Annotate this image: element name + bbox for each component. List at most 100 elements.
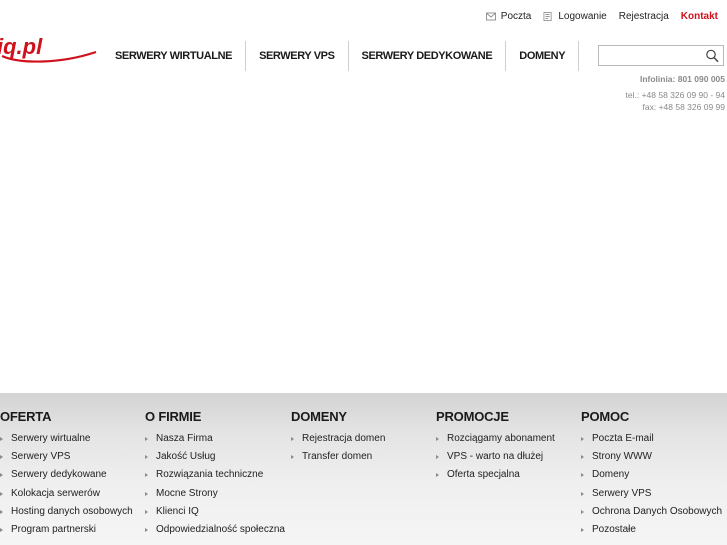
footer-link-label: Oferta specjalna <box>447 469 520 481</box>
bullet-icon <box>581 473 584 478</box>
register-link[interactable]: Rejestracja <box>619 11 669 22</box>
footer-link-label: Mocne Strony <box>156 487 218 499</box>
bullet-icon <box>0 437 3 441</box>
bullet-icon <box>291 455 294 460</box>
nav-item-serwery-dedykowane[interactable]: SERWERY DEDYKOWANE <box>349 41 507 71</box>
top-links: Poczta Logowanie Rejestracja Kontakt <box>485 11 718 22</box>
footer-column-domeny: DOMENY Rejestracja domen Transfer domen <box>291 393 385 469</box>
mail-link[interactable]: Poczta <box>485 11 532 22</box>
footer-link[interactable]: Klienci IQ <box>145 506 285 524</box>
footer-link[interactable]: Nasza Firma <box>145 433 285 451</box>
fax-text: fax: +48 58 326 09 99 <box>642 102 725 112</box>
footer-link-label: Strony WWW <box>592 451 652 463</box>
footer-column-pomoc: POMOC Poczta E-mail Strony WWW Domeny Se… <box>581 393 722 542</box>
infolinia-text: Infolinia: 801 090 005 <box>639 74 725 84</box>
footer-heading: O FIRMIE <box>145 409 202 424</box>
footer-link-label: Rejestracja domen <box>302 433 386 444</box>
main-nav: SERWERY WIRTUALNE SERWERY VPS SERWERY DE… <box>102 41 580 71</box>
footer-link[interactable]: Oferta specjalna <box>436 469 555 487</box>
bullet-icon <box>581 491 584 496</box>
footer-link-label: Poczta E-mail <box>592 433 654 444</box>
bullet-icon <box>581 527 584 532</box>
footer-link[interactable]: Poczta E-mail <box>581 433 722 451</box>
bullet-icon <box>145 473 148 478</box>
bullet-icon <box>436 437 439 441</box>
footer-link-label: Serwery VPS <box>592 487 652 499</box>
footer-link[interactable]: Jakość Usług <box>145 451 285 469</box>
bullet-icon <box>0 509 3 514</box>
search-box <box>598 45 724 66</box>
footer-heading: POMOC <box>581 409 630 424</box>
footer-link-label: Serwery wirtualne <box>11 433 91 444</box>
footer-column-promocje: PROMOCJE Rozciągamy abonament VPS - wart… <box>436 393 555 488</box>
footer-link-label: Hosting danych osobowych <box>11 505 133 517</box>
register-link-label: Rejestracja <box>618 11 669 22</box>
search-button[interactable] <box>701 46 723 65</box>
search-input[interactable] <box>599 46 701 65</box>
login-icon <box>543 12 552 21</box>
footer-link[interactable]: Rejestracja domen <box>291 433 385 451</box>
footer-link-label: VPS - warto na dłużej <box>447 451 544 463</box>
footer-link[interactable]: Serwery dedykowane <box>0 469 133 487</box>
mail-link-label: Poczta <box>500 11 532 22</box>
footer-heading: DOMENY <box>291 409 347 424</box>
footer-link[interactable]: Kolokacja serwerów <box>0 488 133 506</box>
footer-link[interactable]: Serwery VPS <box>0 451 133 469</box>
footer-link[interactable]: Pozostałe <box>581 524 722 542</box>
bullet-icon <box>0 473 3 478</box>
footer-link[interactable]: Serwery wirtualne <box>0 433 133 451</box>
footer-link-label: Domeny <box>592 469 630 481</box>
contact-link-label: Kontakt <box>680 11 718 22</box>
phone-text: tel.: +48 58 326 09 90 - 94 <box>625 89 725 100</box>
footer-link-label: Kolokacja serwerów <box>11 487 100 499</box>
footer-link[interactable]: Serwery VPS <box>581 488 722 506</box>
nav-item-domeny[interactable]: DOMENY <box>506 41 580 71</box>
footer-link[interactable]: Transfer domen <box>291 451 385 469</box>
footer-link-label: Jakość Usług <box>156 451 216 463</box>
footer-heading: PROMOCJE <box>436 409 509 424</box>
bullet-icon <box>145 527 148 532</box>
login-link[interactable]: Logowanie <box>543 11 607 22</box>
footer-link-label: Pozostałe <box>592 523 636 535</box>
footer-link[interactable]: Rozciągamy abonament <box>436 433 555 451</box>
footer-link-label: Odpowiedzialność społeczna <box>156 523 285 535</box>
login-link-label: Logowanie <box>558 11 607 22</box>
bullet-icon <box>581 437 584 441</box>
page: { "toplinks": { "mail": {"label": "Poczt… <box>0 0 727 545</box>
footer-link-label: Program partnerski <box>11 523 97 535</box>
bullet-icon <box>0 491 3 496</box>
footer-link[interactable]: Mocne Strony <box>145 488 285 506</box>
footer-column-o-firmie: O FIRMIE Nasza Firma Jakość Usług Rozwią… <box>145 393 285 542</box>
footer-link[interactable]: Ochrona Danych Osobowych <box>581 506 722 524</box>
footer-link[interactable]: Domeny <box>581 469 722 487</box>
envelope-icon <box>485 12 496 21</box>
logo-text: iq.pl <box>0 34 43 59</box>
bullet-icon <box>436 455 439 460</box>
footer: OFERTA Serwery wirtualne Serwery VPS Ser… <box>0 393 727 545</box>
footer-heading: OFERTA <box>0 409 52 424</box>
nav-item-serwery-wirtualne[interactable]: SERWERY WIRTUALNE <box>102 41 247 71</box>
nav-item-serwery-vps[interactable]: SERWERY VPS <box>246 41 349 71</box>
footer-link[interactable]: Strony WWW <box>581 451 722 469</box>
footer-link[interactable]: Program partnerski <box>0 524 133 542</box>
bullet-icon <box>145 491 148 496</box>
logo[interactable]: iq.pl <box>0 34 98 64</box>
footer-link-label: Transfer domen <box>302 451 373 463</box>
bullet-icon <box>145 509 148 514</box>
search-icon <box>706 49 719 62</box>
footer-link[interactable]: VPS - warto na dłużej <box>436 451 555 469</box>
footer-link[interactable]: Rozwiązania techniczne <box>145 469 285 487</box>
bullet-icon <box>581 509 584 514</box>
footer-link[interactable]: Odpowiedzialność społeczna <box>145 524 285 542</box>
footer-link[interactable]: Hosting danych osobowych <box>0 506 133 524</box>
footer-link-label: Klienci IQ <box>156 505 199 517</box>
contact-link[interactable]: Kontakt <box>681 11 718 22</box>
footer-link-label: Rozwiązania techniczne <box>156 469 264 481</box>
footer-link-label: Serwery VPS <box>11 451 71 463</box>
bullet-icon <box>436 473 439 478</box>
bullet-icon <box>0 527 3 532</box>
footer-link-label: Ochrona Danych Osobowych <box>592 505 723 517</box>
bullet-icon <box>291 437 294 441</box>
footer-link-label: Serwery dedykowane <box>11 469 107 481</box>
contact-info: Infolinia: 801 090 005 tel.: +48 58 326 … <box>626 73 725 114</box>
